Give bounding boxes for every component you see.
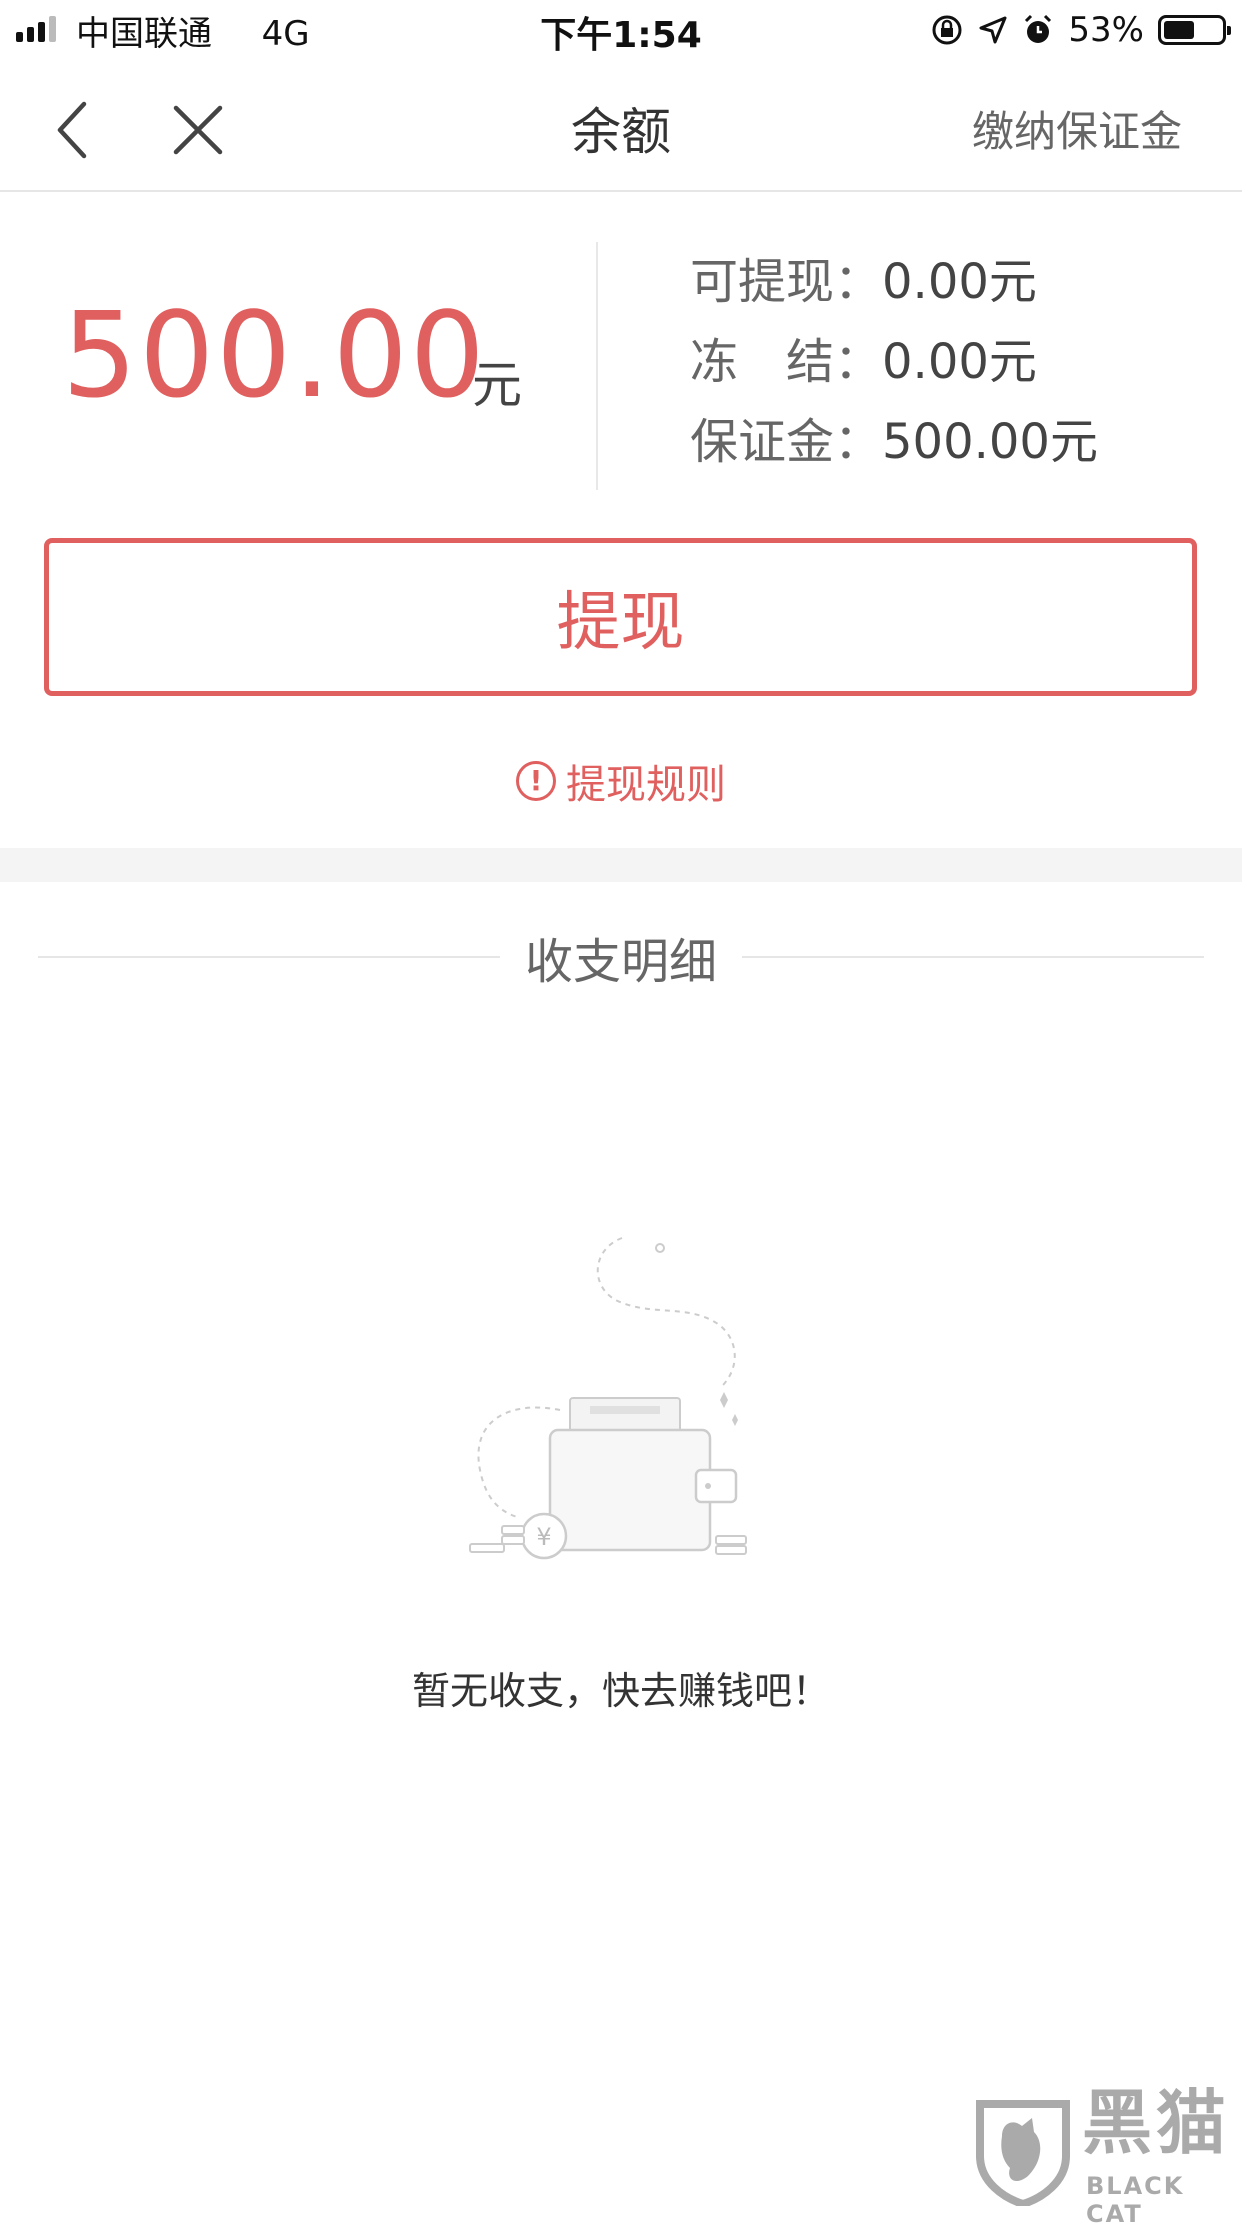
alarm-icon bbox=[1025, 14, 1052, 43]
detail-value: 0.00元 bbox=[882, 334, 1037, 390]
battery-percent: 53% bbox=[1068, 10, 1144, 50]
close-icon bbox=[173, 105, 223, 155]
back-icon bbox=[57, 101, 87, 159]
back-button[interactable] bbox=[40, 94, 112, 166]
pay-deposit-link[interactable]: 缴纳保证金 bbox=[972, 98, 1182, 159]
detail-label: 保证金： bbox=[690, 414, 883, 470]
detail-deposit: 保证金：500.00元 bbox=[690, 418, 1098, 466]
empty-wallet-icon: ¥ bbox=[469, 1237, 747, 1560]
detail-value: 0.00元 bbox=[882, 254, 1037, 310]
detail-label: 可提现： bbox=[690, 254, 883, 310]
detail-withdrawable: 可提现：0.00元 bbox=[690, 258, 1037, 306]
watermark-en: BLACK CAT bbox=[1086, 2172, 1185, 2228]
location-icon bbox=[979, 16, 1007, 44]
detail-label: 冻 结： bbox=[690, 334, 883, 390]
watermark: 黑猫 BLACK CAT bbox=[960, 2082, 1242, 2228]
withdraw-button-label: 提现 bbox=[556, 586, 685, 660]
empty-state-text: 暂无收支，快去赚钱吧！ bbox=[411, 1669, 830, 1713]
svg-text:¥: ¥ bbox=[536, 1523, 551, 1551]
section-title: 收支明细 bbox=[524, 934, 717, 990]
withdraw-rules-link[interactable]: ! 提现规则 bbox=[0, 752, 1242, 810]
close-button[interactable] bbox=[162, 94, 234, 166]
detail-value: 500.00元 bbox=[882, 414, 1098, 470]
alert-icon: ! bbox=[516, 761, 556, 801]
detail-frozen: 冻 结：0.00元 bbox=[690, 338, 1037, 386]
nav-bar: 余额 缴纳保证金 bbox=[0, 64, 1242, 192]
black-cat-logo-icon bbox=[976, 2100, 1070, 2206]
balance-amount: 500.00 bbox=[62, 286, 487, 424]
withdraw-rules-label: 提现规则 bbox=[566, 762, 726, 808]
orientation-lock-icon bbox=[932, 15, 962, 45]
status-icons: 53% bbox=[930, 6, 1231, 54]
balance-divider bbox=[596, 242, 598, 490]
section-separator bbox=[0, 848, 1242, 882]
status-bar: 中国联通 4G 下午1:54 53% bbox=[0, 0, 1242, 64]
battery-icon bbox=[1158, 15, 1231, 45]
watermark-cn: 黑猫 bbox=[1082, 2082, 1230, 2164]
withdraw-button[interactable]: 提现 bbox=[44, 538, 1197, 696]
balance-unit: 元 bbox=[472, 356, 522, 414]
